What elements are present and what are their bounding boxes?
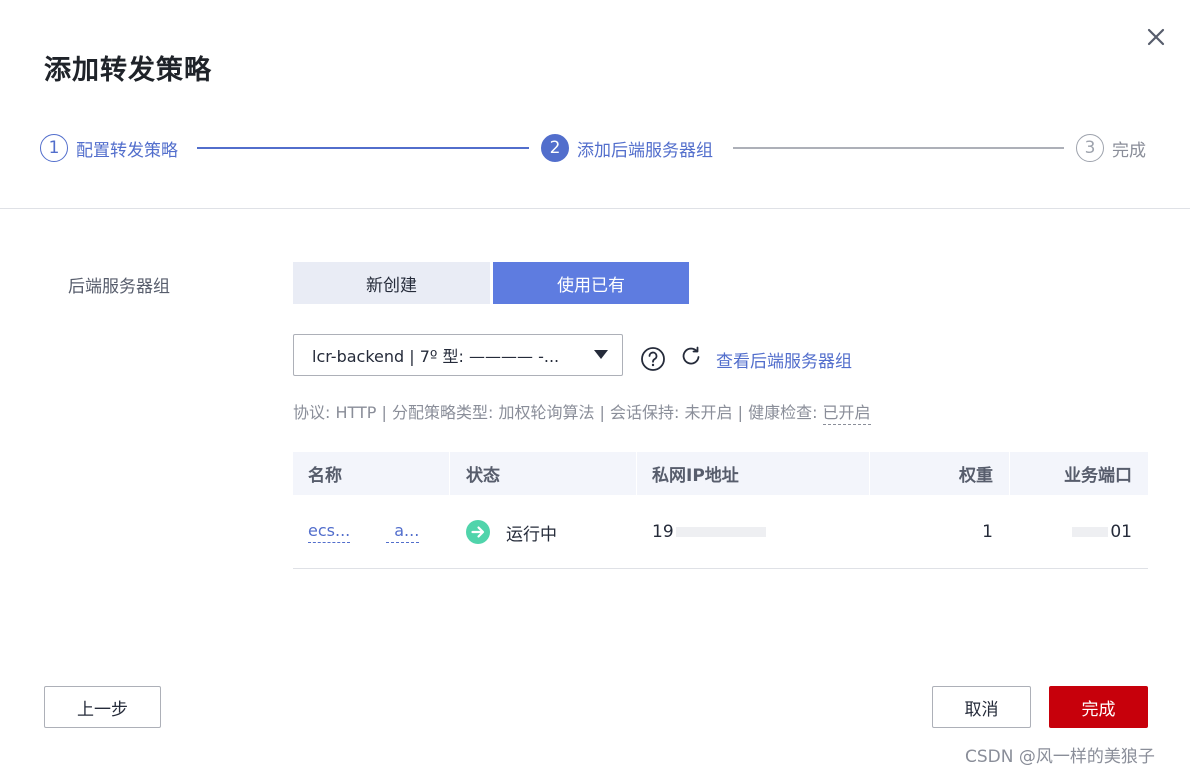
backend-group-info: 协议: HTTP | 分配策略类型: 加权轮询算法 | 会话保持: 未开启 | … bbox=[293, 399, 871, 425]
step-2: 2 添加后端服务器组 bbox=[541, 133, 713, 163]
server-port-text: 01 bbox=[1110, 522, 1132, 542]
health-check-value[interactable]: 已开启 bbox=[822, 403, 871, 425]
col-header-ip: 私网IP地址 bbox=[652, 466, 739, 486]
step-2-label: 添加后端服务器组 bbox=[577, 140, 713, 161]
dialog-title: 添加转发策略 bbox=[44, 55, 212, 86]
question-circle-icon[interactable] bbox=[640, 346, 666, 372]
cancel-button[interactable]: 取消 bbox=[932, 686, 1031, 728]
col-divider bbox=[636, 452, 637, 495]
table-header: 名称 状态 私网IP地址 权重 业务端口 bbox=[293, 452, 1148, 495]
server-ip-cell: 19 bbox=[652, 495, 766, 569]
backend-group-select-value: lcr-backend | 7º 型: ———— -... bbox=[312, 347, 560, 366]
server-name-cell: ecs... a... bbox=[308, 495, 420, 569]
create-new-toggle[interactable]: 新创建 bbox=[293, 262, 490, 304]
server-status-text: 运行中 bbox=[506, 524, 557, 545]
stepper: 1 配置转发策略 2 添加后端服务器组 3 完成 bbox=[40, 133, 1150, 165]
server-port-cell: 01 bbox=[1009, 495, 1132, 569]
col-header-status: 状态 bbox=[466, 466, 500, 486]
server-name-link[interactable]: ecs... bbox=[308, 521, 351, 543]
step-1: 1 配置转发策略 bbox=[40, 133, 178, 163]
col-header-weight: 权重 bbox=[959, 466, 993, 486]
previous-step-button[interactable]: 上一步 bbox=[44, 686, 161, 728]
view-backend-groups-link[interactable]: 查看后端服务器组 bbox=[716, 347, 852, 372]
close-icon[interactable] bbox=[1143, 24, 1169, 50]
server-weight-cell: 1 bbox=[869, 495, 993, 569]
chevron-down-icon bbox=[594, 350, 608, 359]
server-ip-text: 19 bbox=[652, 522, 674, 542]
col-header-port: 业务端口 bbox=[1064, 466, 1132, 486]
server-status-cell: 运行中 bbox=[466, 495, 557, 569]
backend-servers-table: 名称 状态 私网IP地址 权重 业务端口 ecs... a... 运行中 19 … bbox=[293, 452, 1148, 569]
masked-region bbox=[675, 527, 766, 537]
step-1-number: 1 bbox=[40, 134, 68, 162]
col-header-name: 名称 bbox=[308, 466, 342, 486]
backend-group-select[interactable]: lcr-backend | 7º 型: ———— -... bbox=[293, 334, 623, 376]
step-3-label: 完成 bbox=[1112, 140, 1146, 161]
step-connector-1 bbox=[197, 147, 529, 149]
masked-region bbox=[1072, 527, 1109, 537]
use-existing-toggle[interactable]: 使用已有 bbox=[493, 262, 689, 304]
backend-group-label: 后端服务器组 bbox=[68, 277, 170, 297]
backend-group-info-text: 协议: HTTP | 分配策略类型: 加权轮询算法 | 会话保持: 未开启 | … bbox=[293, 403, 823, 422]
refresh-icon[interactable] bbox=[680, 345, 702, 367]
watermark: CSDN @风一样的美狼子 bbox=[965, 747, 1155, 767]
step-connector-2 bbox=[733, 147, 1064, 149]
finish-button[interactable]: 完成 bbox=[1049, 686, 1148, 728]
step-2-number: 2 bbox=[541, 134, 569, 162]
masked-region bbox=[358, 527, 383, 537]
server-name-link-suffix[interactable]: a... bbox=[386, 521, 420, 543]
server-weight-text: 1 bbox=[982, 522, 993, 542]
table-row: ecs... a... 运行中 19 1 01 bbox=[293, 495, 1148, 569]
step-3: 3 完成 bbox=[1076, 133, 1146, 163]
step-1-label: 配置转发策略 bbox=[76, 140, 178, 161]
header-divider bbox=[0, 208, 1190, 209]
step-3-number: 3 bbox=[1076, 134, 1104, 162]
running-status-icon bbox=[466, 520, 490, 544]
col-divider bbox=[449, 452, 450, 495]
